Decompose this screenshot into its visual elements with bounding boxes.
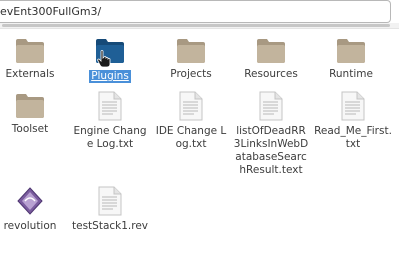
file-label: Externals [5, 68, 55, 80]
scrollbar-thumb[interactable] [2, 24, 390, 27]
file-item-toolset[interactable]: Toolset [0, 91, 68, 136]
file-item-externals[interactable]: Externals [0, 36, 68, 81]
file-item-engine-change-log[interactable]: Engine Change Log.txt [72, 91, 148, 151]
file-item-list-of-dead-links[interactable]: listOfDeadRR3LinksInWebDatabaseSearchRes… [233, 91, 309, 177]
file-item-revolution[interactable]: revolution [0, 186, 68, 233]
file-label: revolution [3, 220, 57, 232]
folder-icon [16, 39, 44, 63]
file-item-projects[interactable]: Projects [153, 36, 229, 81]
file-item-read-me-first[interactable]: Read_Me_First.txt [313, 91, 393, 151]
text-file-icon [341, 91, 365, 121]
file-item-resources[interactable]: Resources [233, 36, 309, 81]
file-item-teststack1[interactable]: testStack1.rev [72, 186, 148, 233]
file-label: testStack1.rev [72, 220, 149, 232]
path-text: evEnt300FullGm3/ [0, 5, 102, 18]
revolution-app-icon [17, 187, 43, 215]
file-label: Plugins [89, 70, 131, 83]
file-label: Projects [170, 68, 212, 80]
hand-cursor-icon [97, 50, 111, 68]
file-item-runtime[interactable]: Runtime [313, 36, 389, 81]
folder-icon [16, 94, 44, 118]
file-label: listOfDeadRR3LinksInWebDatabaseSearchRes… [233, 125, 309, 176]
file-label: IDE Change Log.txt [155, 125, 227, 150]
file-label: Toolset [11, 123, 49, 135]
horizontal-scrollbar[interactable] [0, 23, 399, 29]
file-label: Engine Change Log.txt [73, 125, 147, 150]
text-file-icon [179, 91, 203, 121]
file-label: Runtime [329, 68, 373, 80]
text-file-icon [98, 186, 122, 216]
text-file-icon [259, 91, 283, 121]
file-label: Read_Me_First.txt [314, 125, 392, 150]
text-file-icon [98, 91, 122, 121]
folder-icon [257, 39, 285, 63]
location-bar[interactable]: evEnt300FullGm3/ [0, 0, 391, 23]
folder-icon [337, 39, 365, 63]
file-label: Resources [244, 68, 298, 80]
folder-icon [177, 39, 205, 63]
file-item-ide-change-log[interactable]: IDE Change Log.txt [153, 91, 229, 151]
